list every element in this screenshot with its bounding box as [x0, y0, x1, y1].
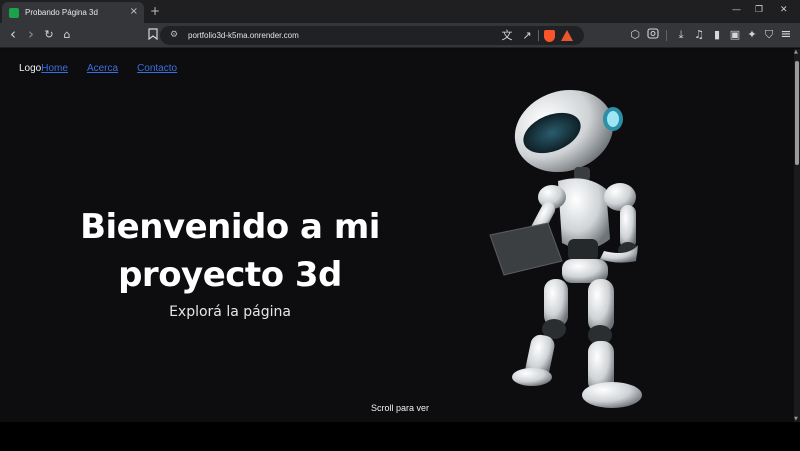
back-icon[interactable]: ‹	[6, 27, 20, 42]
nav-link-acerca[interactable]: Acerca	[87, 63, 118, 74]
vpn-icon[interactable]: ⛉	[762, 28, 776, 42]
tab-title: Probando Página 3d	[25, 8, 98, 17]
scroll-hint: Scroll para ver	[370, 403, 430, 413]
brave-shields-icon[interactable]	[544, 30, 555, 42]
wallet-icon[interactable]: ▣	[728, 28, 742, 42]
leo-ai-icon[interactable]: ✦	[745, 28, 759, 42]
screenshot-icon[interactable]	[646, 28, 660, 42]
nav-link-contacto[interactable]: Contacto	[137, 63, 177, 74]
site-logo: Logo	[19, 63, 42, 74]
home-icon[interactable]: ⌂	[60, 28, 74, 42]
address-bar[interactable]: ⚙ portfolio3d-k5ma.onrender.com 文 ↗	[160, 26, 584, 45]
extensions-icon[interactable]: ⬡	[628, 28, 642, 42]
tab-active[interactable]: Probando Página 3d ×	[2, 2, 144, 23]
hero-subtitle: Explorá la página	[169, 304, 291, 320]
new-tab-button[interactable]: +	[150, 3, 160, 19]
tab-strip: Probando Página 3d × + — ❐ ✕	[0, 0, 800, 23]
browser-toolbar: ‹ › ↻ ⌂ ⚙ portfolio3d-k5ma.onrender.com …	[0, 23, 800, 48]
share-icon[interactable]: ↗	[520, 29, 534, 43]
scrollbar-thumb[interactable]	[795, 61, 799, 165]
hero-title-line1: Bienvenido a mi	[80, 207, 380, 247]
site-favicon-icon	[9, 7, 19, 18]
site-nav: Logo Home Acerca Contacto	[19, 63, 196, 74]
forward-icon[interactable]: ›	[24, 27, 38, 42]
page-bottom-area	[0, 422, 800, 451]
close-window-button[interactable]: ✕	[780, 4, 788, 16]
sidebar-icon[interactable]: ▮	[710, 28, 724, 42]
divider	[666, 30, 667, 41]
translate-icon[interactable]: 文	[500, 29, 514, 43]
brave-rewards-icon[interactable]	[561, 30, 573, 41]
minimize-button[interactable]: —	[732, 4, 741, 16]
downloads-icon[interactable]: ⤓	[674, 28, 688, 42]
bookmark-icon[interactable]	[146, 28, 160, 42]
page-scrollbar[interactable]: ▲ ▼	[794, 49, 800, 422]
nav-link-home[interactable]: Home	[41, 63, 68, 74]
hero-title-line2: proyecto 3d	[118, 255, 342, 295]
tab-close-icon[interactable]: ×	[130, 5, 138, 19]
reload-icon[interactable]: ↻	[42, 28, 56, 42]
divider	[538, 30, 539, 41]
menu-icon[interactable]: ≡	[779, 28, 793, 42]
site-info-icon[interactable]: ⚙	[170, 29, 178, 42]
media-icon[interactable]: ♫	[692, 28, 706, 42]
restore-button[interactable]: ❐	[755, 4, 763, 16]
robot-3d-model[interactable]	[488, 89, 668, 419]
url-text[interactable]: portfolio3d-k5ma.onrender.com	[188, 29, 299, 42]
hero-title: Bienvenido a mi proyecto 3d	[60, 203, 400, 299]
scroll-up-icon[interactable]: ▲	[794, 49, 798, 55]
browser-window: Probando Página 3d × + — ❐ ✕ ‹ › ↻ ⌂ ⚙ p…	[0, 0, 800, 451]
page-viewport: Logo Home Acerca Contacto Bienvenido a m…	[0, 49, 794, 422]
